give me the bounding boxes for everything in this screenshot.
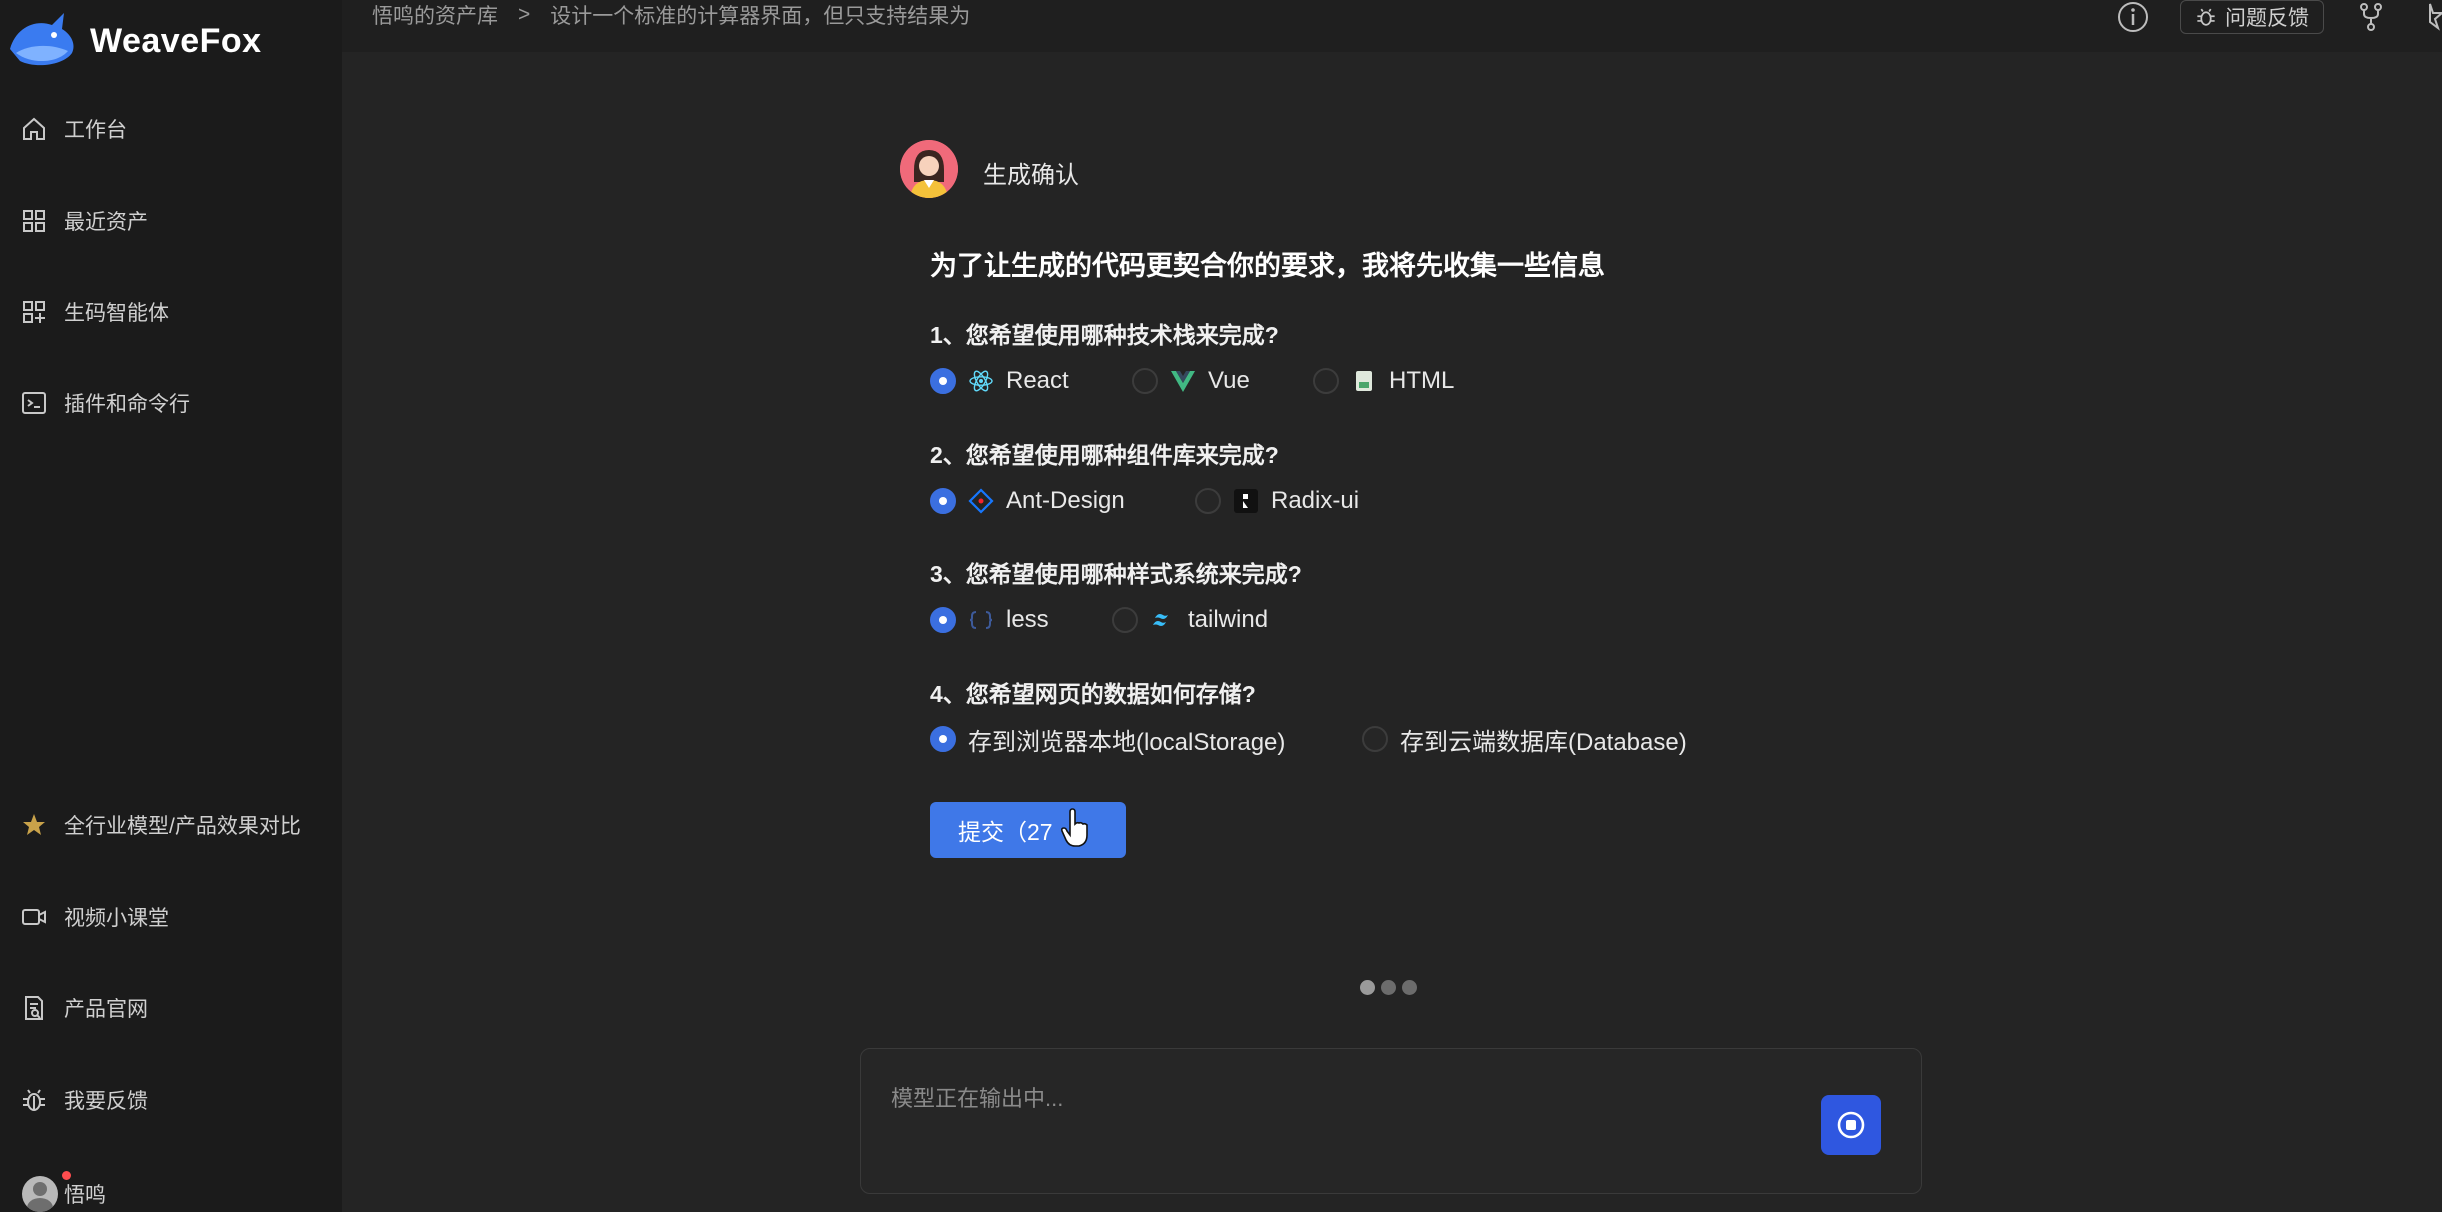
- option-label: Vue: [1208, 367, 1250, 394]
- radio-checked[interactable]: [930, 368, 956, 394]
- question-data-storage: 4、您希望网页的数据如何存储?: [930, 681, 1256, 707]
- breadcrumb-asset-library[interactable]: 悟鸣的资产库: [372, 0, 498, 30]
- sidebar-item-code-agent[interactable]: 生码智能体: [20, 287, 169, 337]
- video-icon: [22, 909, 46, 925]
- option-label: tailwind: [1188, 606, 1269, 633]
- home-icon: [23, 117, 45, 140]
- chat-headline: 为了让生成的代码更契合你的要求，我将先收集一些信息: [930, 251, 1605, 281]
- user-name: 悟鸣: [64, 1184, 106, 1207]
- submit-button[interactable]: 提交（27: [930, 802, 1126, 858]
- radio-checked[interactable]: [930, 726, 956, 752]
- option-radix-ui[interactable]: Radix-ui: [1195, 484, 1359, 518]
- loading-dot: [1360, 980, 1375, 995]
- agent-grid-icon: [23, 301, 45, 323]
- issue-feedback-label: 问题反馈: [2225, 7, 2309, 30]
- question-tech-stack: 1、您希望使用哪种技术栈来完成?: [930, 322, 1279, 348]
- grid-icon: [23, 210, 45, 232]
- sidebar-item-recent-assets[interactable]: 最近资产: [20, 196, 148, 246]
- sidebar-item-label: 产品官网: [64, 998, 148, 1021]
- option-ant-design[interactable]: Ant-Design: [930, 484, 1125, 518]
- option-tailwind[interactable]: tailwind: [1112, 603, 1268, 637]
- sidebar-item-label: 视频小课堂: [64, 907, 169, 930]
- option-label: 存到云端数据库(Database): [1400, 728, 1687, 756]
- terminal-icon: [22, 392, 46, 414]
- sidebar-item-workbench[interactable]: 工作台: [20, 104, 127, 154]
- radio-unchecked[interactable]: [1362, 726, 1388, 752]
- ant-design-icon: [968, 488, 994, 514]
- sidebar-item-label: 工作台: [64, 119, 127, 142]
- sidebar-item-video-class[interactable]: 视频小课堂: [20, 892, 169, 942]
- option-local-storage[interactable]: 存到浏览器本地(localStorage): [930, 722, 1285, 756]
- option-database[interactable]: 存到云端数据库(Database): [1362, 722, 1687, 756]
- sidebar-item-feedback[interactable]: 我要反馈: [20, 1075, 148, 1125]
- radio-unchecked[interactable]: [1313, 368, 1339, 394]
- question-component-library: 2、您希望使用哪种组件库来完成?: [930, 442, 1279, 468]
- option-vue[interactable]: Vue: [1132, 364, 1250, 398]
- assistant-avatar-icon: [900, 140, 958, 198]
- bug-icon: [2197, 8, 2215, 26]
- issue-feedback-button[interactable]: 问题反馈: [2180, 0, 2324, 34]
- radio-checked[interactable]: [930, 488, 956, 514]
- sidebar-item-label: 插件和命令行: [64, 393, 190, 416]
- less-icon: [969, 611, 993, 629]
- radio-unchecked[interactable]: [1195, 488, 1221, 514]
- option-label: Ant-Design: [1006, 487, 1125, 514]
- topbar-actions: 问题反馈: [2116, 0, 2442, 34]
- option-less[interactable]: less: [930, 603, 1049, 637]
- stop-generation-button[interactable]: [1821, 1095, 1881, 1155]
- option-label: HTML: [1389, 367, 1455, 394]
- chat-input[interactable]: 模型正在输出中...: [860, 1048, 1922, 1194]
- sidebar: WeaveFox 工作台 最近资产 生码智能体 插件和命令行 全行业模型/产品效…: [0, 0, 342, 1212]
- user-profile[interactable]: 悟鸣: [22, 1176, 106, 1212]
- fox-logo-icon: [10, 13, 74, 66]
- bug-icon: [23, 1089, 45, 1111]
- info-icon[interactable]: [2116, 0, 2150, 34]
- radio-unchecked[interactable]: [1112, 607, 1138, 633]
- loading-dot: [1381, 980, 1396, 995]
- sidebar-item-plugins-cli[interactable]: 插件和命令行: [20, 378, 190, 428]
- html-icon: [1356, 371, 1372, 391]
- question-style-system: 3、您希望使用哪种样式系统来完成?: [930, 561, 1302, 587]
- notification-dot: [62, 1171, 71, 1180]
- star-outline-icon[interactable]: [2418, 0, 2442, 34]
- hand-cursor-icon: [1060, 808, 1088, 847]
- loading-indicator: [1360, 980, 1417, 995]
- sidebar-item-label: 全行业模型/产品效果对比: [64, 815, 301, 838]
- option-label: 存到浏览器本地(localStorage): [968, 728, 1286, 756]
- breadcrumb-current-project: 设计一个标准的计算器界面，但只支持结果为: [550, 5, 971, 28]
- radio-checked[interactable]: [930, 607, 956, 633]
- sidebar-item-label: 最近资产: [64, 211, 148, 234]
- radio-unchecked[interactable]: [1132, 368, 1158, 394]
- option-react[interactable]: React: [930, 364, 1069, 398]
- option-label: Radix-ui: [1271, 487, 1360, 514]
- app-logo[interactable]: WeaveFox: [6, 6, 262, 76]
- app-name: WeaveFox: [90, 21, 262, 60]
- react-icon: [969, 370, 993, 392]
- vue-icon: [1171, 371, 1195, 392]
- input-placeholder: 模型正在输出中...: [891, 1086, 1064, 1111]
- breadcrumb-separator: >: [518, 3, 531, 26]
- sidebar-item-label: 生码智能体: [64, 302, 169, 325]
- loading-dot: [1402, 980, 1417, 995]
- option-label: React: [1006, 367, 1069, 394]
- sidebar-item-official-site[interactable]: 产品官网: [20, 983, 148, 1033]
- sidebar-item-label: 我要反馈: [64, 1090, 148, 1113]
- bot-name: 生成确认: [983, 162, 1079, 189]
- star-icon: [23, 814, 45, 835]
- avatar: [22, 1176, 58, 1212]
- submit-label: 提交（27: [958, 819, 1053, 845]
- breadcrumb: 悟鸣的资产库 > 设计一个标准的计算器界面，但只支持结果为: [372, 0, 970, 30]
- fork-icon[interactable]: [2354, 0, 2388, 34]
- document-search-icon: [25, 996, 43, 1020]
- bot-avatar: [900, 140, 958, 198]
- sidebar-item-model-comparison[interactable]: 全行业模型/产品效果对比: [20, 800, 301, 850]
- tailwind-icon: [1153, 614, 1168, 626]
- topbar: 悟鸣的资产库 > 设计一个标准的计算器界面，但只支持结果为 问题反馈: [342, 0, 2442, 52]
- stop-icon: [1837, 1111, 1865, 1139]
- radix-icon: [1234, 489, 1258, 513]
- option-label: less: [1006, 606, 1049, 633]
- option-html[interactable]: HTML: [1313, 364, 1454, 398]
